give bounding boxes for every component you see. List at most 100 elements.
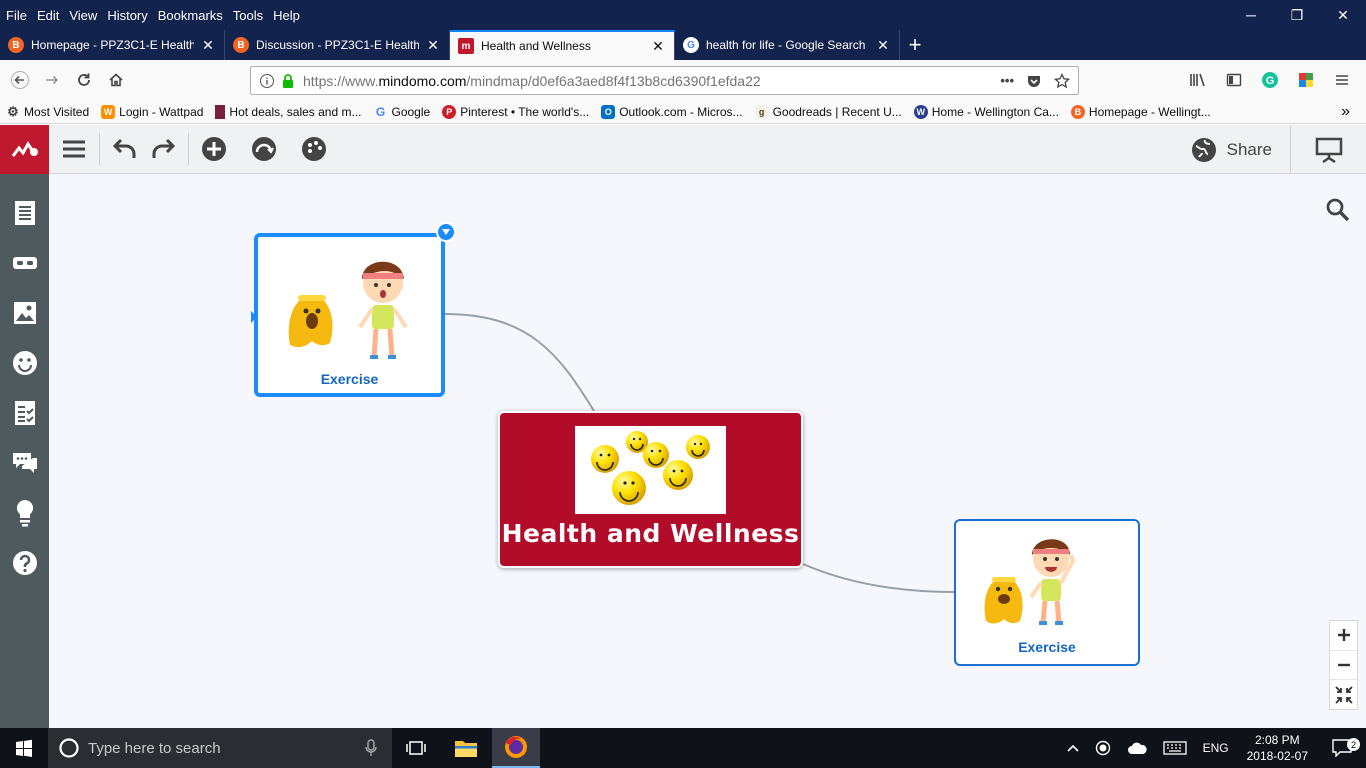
redo-button[interactable] [138, 125, 188, 174]
bookmark-wellington-homepage[interactable]: B Homepage - Wellingt... [1065, 104, 1217, 119]
bookmark-most-visited[interactable]: ⚙ Most Visited [0, 104, 95, 119]
touch-keyboard-button[interactable] [1155, 741, 1195, 755]
sidebar-icon [1226, 73, 1242, 87]
help-button[interactable] [11, 549, 39, 577]
outline-view-button[interactable] [11, 199, 39, 227]
show-hidden-icons-button[interactable] [1059, 744, 1087, 752]
pocket-icon[interactable] [1026, 73, 1042, 89]
restore-button[interactable]: ❐ [1274, 0, 1320, 30]
ideas-button[interactable] [11, 499, 39, 527]
bookmark-label: Outlook.com - Micros... [619, 104, 743, 119]
connector-line [444, 313, 595, 412]
reload-button[interactable] [68, 64, 100, 96]
menu-edit[interactable]: Edit [32, 8, 64, 23]
taskbar-search-box[interactable]: Type here to search [48, 728, 392, 768]
presentation-button[interactable] [1290, 125, 1366, 174]
record-tray-icon[interactable] [1087, 740, 1119, 756]
add-relationship-button[interactable] [239, 125, 289, 174]
keyboard-icon [1162, 741, 1187, 755]
cloud-icon [1127, 742, 1147, 754]
extension-button[interactable] [1290, 64, 1322, 96]
close-icon[interactable]: ✕ [200, 37, 216, 54]
bookmark-outlook[interactable]: O Outlook.com - Micros... [595, 104, 748, 119]
start-button[interactable] [0, 728, 48, 768]
firefox-taskbar-button[interactable] [492, 728, 540, 768]
menu-history[interactable]: History [102, 8, 152, 23]
microphone-icon[interactable] [364, 739, 378, 757]
page-actions-button[interactable]: ••• [1000, 73, 1014, 88]
topic-node-exercise-selected[interactable]: Exercise [251, 222, 456, 397]
tab-health-and-wellness[interactable]: m Health and Wellness ✕ [450, 30, 675, 60]
mindmap-canvas[interactable]: Exercise Health and Wellness Exercise [49, 174, 1366, 728]
tab-google-search[interactable]: G health for life - Google Search ✕ [675, 30, 900, 60]
menu-file[interactable]: File [0, 8, 32, 23]
onedrive-tray-icon[interactable] [1119, 741, 1155, 755]
bookmarks-overflow-button[interactable]: » [1335, 103, 1356, 121]
cortana-icon [59, 738, 79, 758]
topic-node-exercise[interactable]: Exercise [954, 519, 1140, 666]
search-button[interactable] [1326, 198, 1350, 225]
bookmark-label: Goodreads | Recent U... [772, 104, 902, 119]
close-icon[interactable]: ✕ [875, 37, 891, 54]
link-button[interactable] [11, 249, 39, 277]
bookmark-label: Home - Wellington Ca... [931, 104, 1059, 119]
url-bar[interactable]: https://www.mindomo.com/mindmap/d0ef6a3a… [250, 66, 1079, 95]
action-center-button[interactable]: 2 [1318, 738, 1366, 757]
new-tab-button[interactable]: + [900, 30, 930, 60]
library-button[interactable] [1182, 64, 1214, 96]
grammarly-button[interactable]: G [1254, 64, 1286, 96]
back-arrow-icon [11, 71, 29, 89]
close-window-button[interactable]: ✕ [1320, 0, 1366, 30]
tab-discussion[interactable]: B Discussion - PPZ3C1-E Health I ✕ [225, 30, 450, 60]
bookmark-wellington-home[interactable]: W Home - Wellington Ca... [908, 104, 1065, 119]
fit-to-screen-button[interactable] [1330, 680, 1357, 709]
tab-title: Discussion - PPZ3C1-E Health I [256, 38, 419, 52]
tab-homepage[interactable]: B Homepage - PPZ3C1-E Health I ✕ [0, 30, 225, 60]
central-topic-node[interactable]: Health and Wellness [498, 411, 803, 568]
file-explorer-button[interactable] [442, 728, 490, 768]
task-button[interactable] [11, 399, 39, 427]
back-button[interactable] [4, 64, 36, 96]
image-button[interactable] [11, 299, 39, 327]
firefox-icon [505, 736, 527, 758]
theme-button[interactable] [289, 125, 339, 174]
close-icon[interactable]: ✕ [425, 37, 441, 54]
sidebar-toggle-button[interactable] [1218, 64, 1250, 96]
relationship-icon [252, 137, 276, 161]
bookmark-hot-deals[interactable]: Hot deals, sales and m... [209, 104, 367, 119]
bookmark-pinterest[interactable]: P Pinterest • The world's... [436, 104, 595, 119]
close-icon[interactable]: ✕ [650, 38, 666, 55]
clock[interactable]: 2:08 PM 2018-02-07 [1237, 732, 1318, 764]
minimize-button[interactable]: ─ [1228, 0, 1274, 30]
info-icon[interactable] [259, 73, 275, 89]
menu-bookmarks[interactable]: Bookmarks [153, 8, 228, 23]
bookmark-label: Login - Wattpad [119, 104, 204, 119]
zoom-in-button[interactable] [1330, 621, 1357, 651]
menu-help[interactable]: Help [268, 8, 305, 23]
exercise-illustration [288, 261, 408, 359]
bookmark-goodreads[interactable]: g Goodreads | Recent U... [749, 104, 908, 119]
comments-button[interactable] [11, 449, 39, 477]
exercise-illustration [984, 539, 1076, 625]
collapse-handle[interactable] [251, 311, 257, 323]
main-menu-button[interactable] [49, 125, 99, 174]
bookmark-google[interactable]: G Google [368, 105, 437, 119]
task-view-button[interactable] [392, 728, 440, 768]
smiley-icon [12, 351, 37, 375]
open-menu-button[interactable] [1326, 64, 1358, 96]
grammarly-icon: G [1262, 72, 1278, 88]
bookmark-star-icon[interactable] [1054, 72, 1070, 89]
forward-button[interactable] [36, 64, 68, 96]
deals-icon [215, 104, 226, 119]
menu-view[interactable]: View [64, 8, 102, 23]
bookmark-wattpad[interactable]: W Login - Wattpad [95, 104, 209, 119]
mindomo-logo[interactable] [0, 124, 49, 174]
home-button[interactable] [100, 64, 132, 96]
language-indicator[interactable]: ENG [1195, 741, 1237, 755]
zoom-out-button[interactable] [1330, 651, 1357, 681]
share-button[interactable]: Share [1191, 125, 1272, 174]
emoji-button[interactable] [11, 349, 39, 377]
menu-tools[interactable]: Tools [228, 8, 268, 23]
add-topic-button[interactable] [189, 125, 239, 174]
node-menu-button[interactable] [436, 222, 456, 242]
